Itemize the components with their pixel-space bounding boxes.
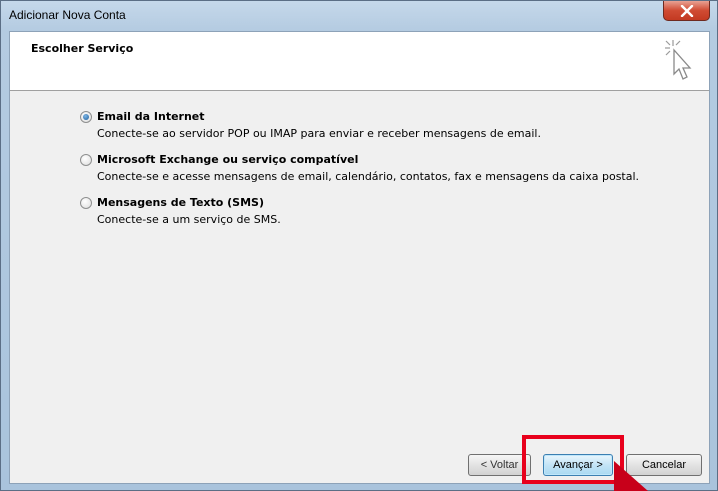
dialog-window: Adicionar Nova Conta Escolher Serviço Em… bbox=[0, 0, 718, 491]
close-button[interactable] bbox=[663, 1, 710, 21]
option-description: Conecte-se e acesse mensagens de email, … bbox=[97, 170, 640, 183]
option-label[interactable]: Email da Internet bbox=[97, 110, 205, 123]
red-arrow-icon bbox=[614, 461, 648, 491]
close-icon bbox=[680, 5, 694, 17]
cursor-click-icon bbox=[665, 40, 692, 80]
option-description: Conecte-se ao servidor POP ou IMAP para … bbox=[97, 127, 541, 140]
option-label[interactable]: Mensagens de Texto (SMS) bbox=[97, 196, 264, 209]
radio-internet-email[interactable] bbox=[80, 111, 92, 123]
radio-exchange[interactable] bbox=[80, 154, 92, 166]
wizard-header: Escolher Serviço bbox=[10, 32, 709, 91]
wizard-client-area: Escolher Serviço Email da Internet Conec… bbox=[9, 31, 710, 484]
page-title: Escolher Serviço bbox=[31, 42, 134, 55]
title-bar[interactable]: Adicionar Nova Conta bbox=[1, 1, 717, 29]
option-label[interactable]: Microsoft Exchange ou serviço compatível bbox=[97, 153, 358, 166]
window-title: Adicionar Nova Conta bbox=[9, 8, 126, 22]
radio-sms[interactable] bbox=[80, 197, 92, 209]
option-description: Conecte-se a um serviço de SMS. bbox=[97, 213, 281, 226]
